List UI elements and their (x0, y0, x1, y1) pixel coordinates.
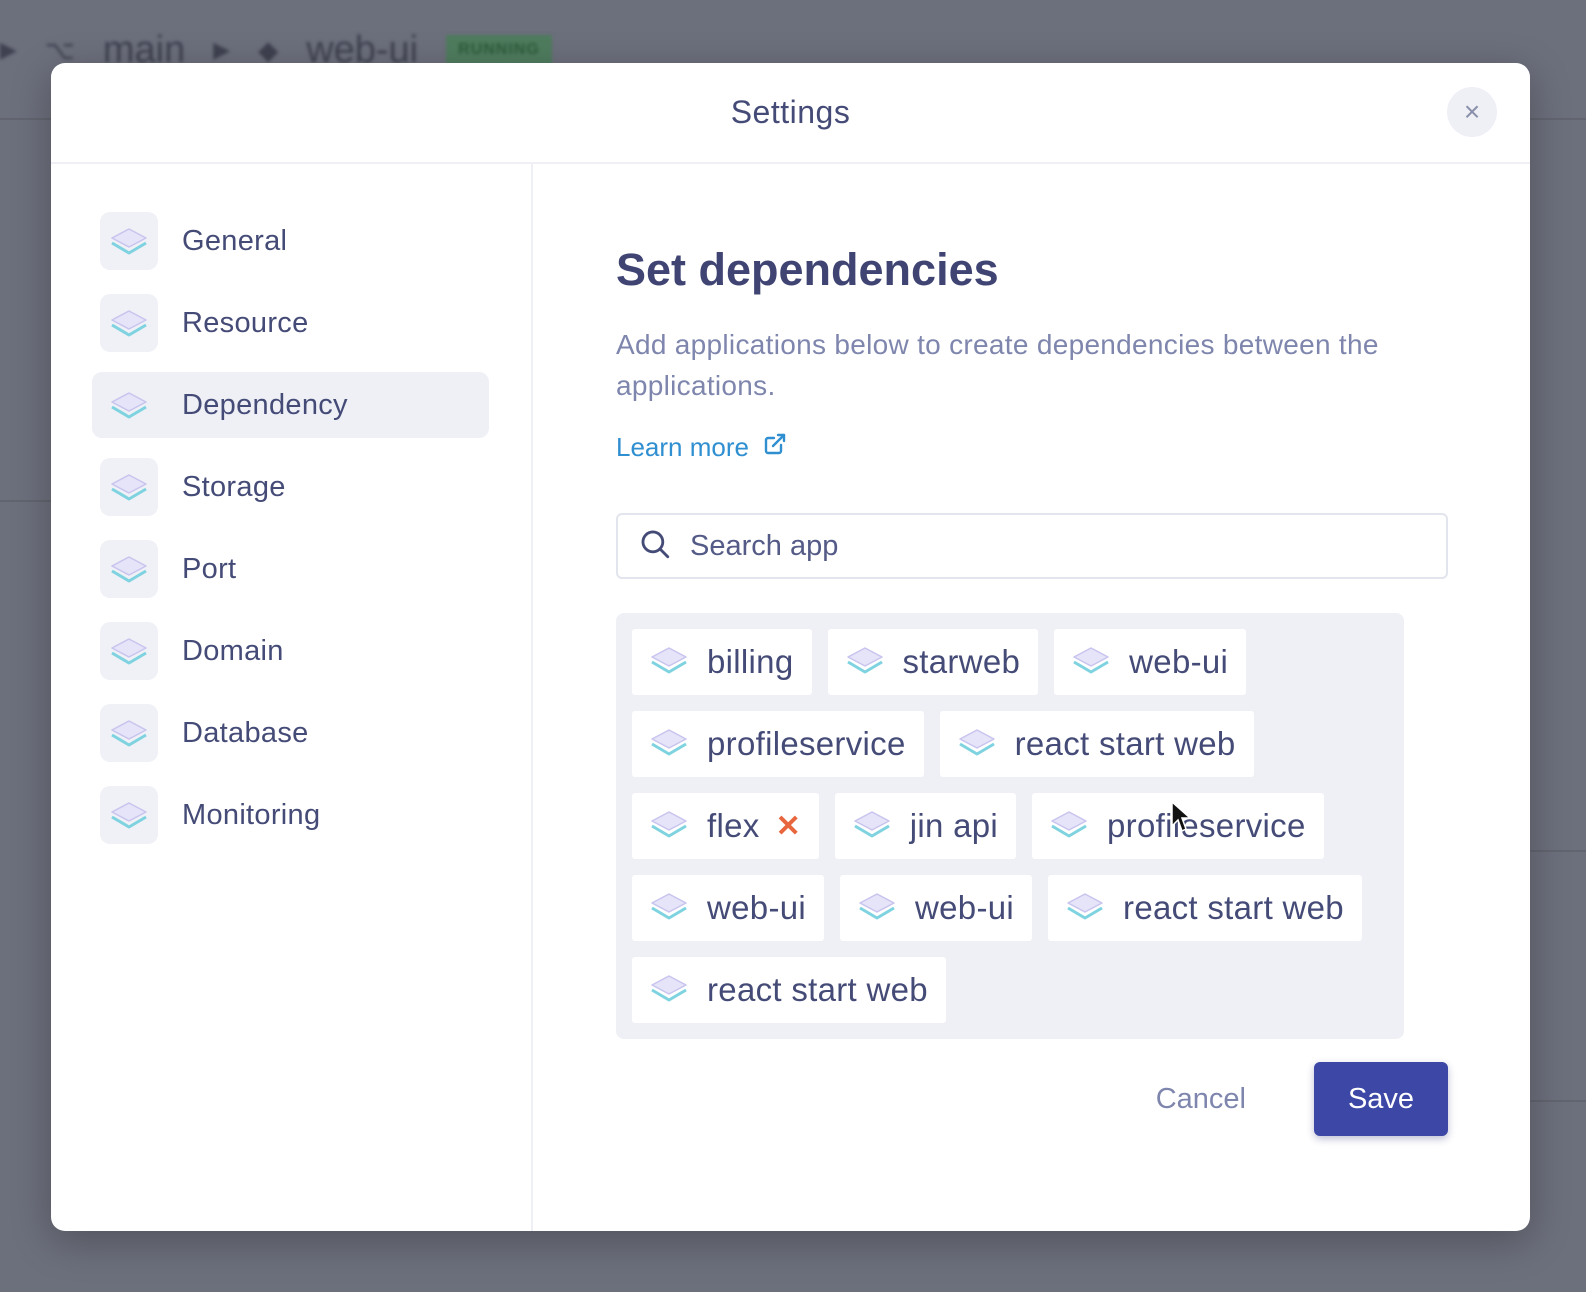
app-tag[interactable]: profileservice (632, 711, 924, 777)
layers-icon (852, 809, 892, 844)
layers-icon (649, 727, 689, 762)
layers-icon (649, 645, 689, 680)
sidebar-item-label: Resource (182, 306, 309, 339)
sidebar-item-general[interactable]: General (92, 208, 489, 274)
app-tag-label: react start web (1014, 725, 1236, 762)
layers-icon (1071, 645, 1111, 680)
page-title: Set dependencies (616, 244, 999, 295)
description: Add applications below to create depende… (616, 329, 1379, 401)
search-input[interactable] (688, 528, 1392, 564)
layers-icon (1065, 891, 1105, 926)
mouse-cursor-icon (1170, 800, 1192, 839)
app-tag-label: react start web (1123, 889, 1344, 926)
app-tag-label: web-ui (1129, 643, 1229, 680)
app-icon: ◆ (258, 34, 279, 65)
layers-icon (100, 540, 158, 598)
app-tag-label: profileservice (707, 725, 906, 762)
sidebar-item-database[interactable]: Database (92, 700, 489, 766)
app-tag[interactable]: billing (632, 629, 812, 695)
app-tag-label: billing (707, 643, 794, 680)
sidebar-item-resource[interactable]: Resource (92, 290, 489, 356)
divider (1530, 1100, 1586, 1102)
app-tag[interactable]: starweb (827, 629, 1039, 695)
settings-modal: Settings × General Resource Dependency Stor… (51, 63, 1530, 1231)
app-tag[interactable]: web-ui (1054, 629, 1247, 695)
sidebar-item-storage[interactable]: Storage (92, 454, 489, 520)
app-tag[interactable]: web-ui (632, 875, 825, 941)
app-tag-label: web-ui (915, 889, 1015, 926)
close-button[interactable]: × (1447, 87, 1497, 137)
layers-icon (100, 376, 158, 434)
search-icon (638, 527, 672, 566)
status-badge: RUNNING (446, 35, 552, 65)
modal-actions: Cancel Save (1156, 1062, 1448, 1136)
layers-icon (957, 727, 997, 762)
app-tag[interactable]: flex ✕ (632, 793, 819, 859)
sidebar-item-domain[interactable]: Domain (92, 618, 489, 684)
app-tag[interactable]: jin api (834, 793, 1017, 859)
app-tag-label: jin api (909, 807, 999, 844)
app-tag[interactable]: react start web (939, 711, 1254, 777)
app-tag[interactable]: web-ui (840, 875, 1033, 941)
layers-icon (1049, 809, 1089, 844)
sidebar-item-label: Monitoring (182, 798, 321, 831)
sidebar-item-dependency[interactable]: Dependency (92, 372, 489, 438)
app-tag-label: starweb (902, 643, 1021, 680)
save-button[interactable]: Save (1314, 1062, 1448, 1136)
sidebar-item-monitoring[interactable]: Monitoring (92, 782, 489, 848)
layers-icon (649, 891, 689, 926)
sidebar-item-label: Domain (182, 634, 284, 667)
app-tag[interactable]: react start web (1048, 875, 1362, 941)
modal-title: Settings (730, 94, 851, 130)
settings-sidebar: General Resource Dependency Storage Port Doma… (51, 164, 533, 1231)
cancel-button[interactable]: Cancel (1156, 1083, 1246, 1116)
search-box[interactable] (616, 513, 1448, 579)
layers-icon (649, 809, 689, 844)
modal-header: Settings × (51, 63, 1530, 164)
branch-icon: ⌥ (44, 34, 75, 65)
sidebar-item-label: Database (182, 716, 309, 749)
layers-icon (857, 891, 897, 926)
layers-icon (845, 645, 885, 680)
sidebar-item-port[interactable]: Port (92, 536, 489, 602)
divider (1530, 850, 1586, 852)
chevron-right-icon: ▶ (213, 37, 231, 62)
sidebar-item-label: General (182, 224, 288, 257)
app-tag-label: flex (707, 807, 760, 844)
sidebar-item-label: Storage (182, 470, 286, 503)
layers-icon (100, 704, 158, 762)
external-link-icon (763, 432, 787, 463)
app-tag-list: billing starweb web-ui profileservice react … (616, 613, 1404, 1039)
close-icon: × (1463, 96, 1481, 127)
learn-more-link[interactable]: Learn more (616, 432, 1448, 463)
app-tag[interactable]: react start web (632, 957, 946, 1023)
app-tag-label: profileservice (1107, 807, 1306, 844)
layers-icon (649, 973, 689, 1008)
layers-icon (100, 212, 158, 270)
layers-icon (100, 458, 158, 516)
layers-icon (100, 622, 158, 680)
learn-more-label: Learn more (616, 432, 749, 462)
remove-icon[interactable]: ✕ (776, 809, 801, 844)
dependency-panel: Set dependencies Add applications below … (533, 164, 1530, 1231)
chevron-right-icon: ▶ (0, 37, 17, 62)
app-tag-label: react start web (707, 971, 928, 1008)
layers-icon (100, 786, 158, 844)
sidebar-item-label: Port (182, 552, 237, 585)
layers-icon (100, 294, 158, 352)
app-tag-label: web-ui (707, 889, 807, 926)
sidebar-item-label: Dependency (182, 388, 348, 421)
